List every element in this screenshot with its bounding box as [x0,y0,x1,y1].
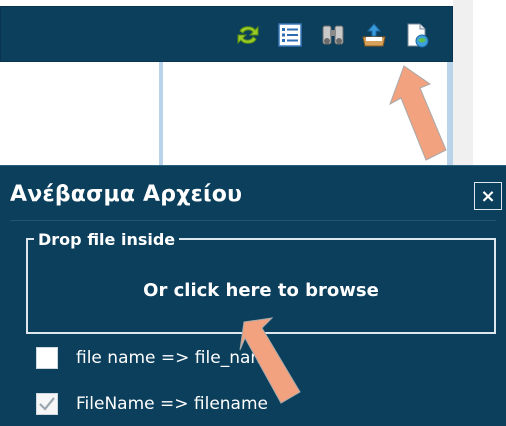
file-dropzone[interactable]: Drop file inside Or click here to browse [26,230,496,334]
list-icon[interactable] [276,21,304,49]
file-name-checkbox[interactable] [36,347,58,369]
title-divider [10,220,496,221]
option-filename[interactable]: FileName => filename [36,392,268,416]
check-icon [39,397,55,411]
filename-checkbox[interactable] [36,393,58,415]
close-button[interactable]: × [474,182,502,210]
dropzone-legend: Drop file inside [34,230,180,249]
dialog-title: Ανέβασμα Αρχείου [10,182,243,207]
option-file-name[interactable]: file name => file_name [36,346,277,370]
binoculars-icon[interactable] [319,21,347,49]
browse-link[interactable]: Or click here to browse [28,280,494,301]
column-divider [159,62,163,172]
top-toolbar [0,6,453,62]
document-globe-icon[interactable] [403,21,431,49]
refresh-icon[interactable] [234,21,262,49]
panel-border [447,62,453,172]
content-area [0,62,453,172]
upload-icon[interactable] [360,21,388,49]
upload-dialog: Ανέβασμα Αρχείου × Drop file inside Or c… [0,165,506,426]
option-label: FileName => filename [76,394,268,414]
option-label: file name => file_name [76,348,278,368]
